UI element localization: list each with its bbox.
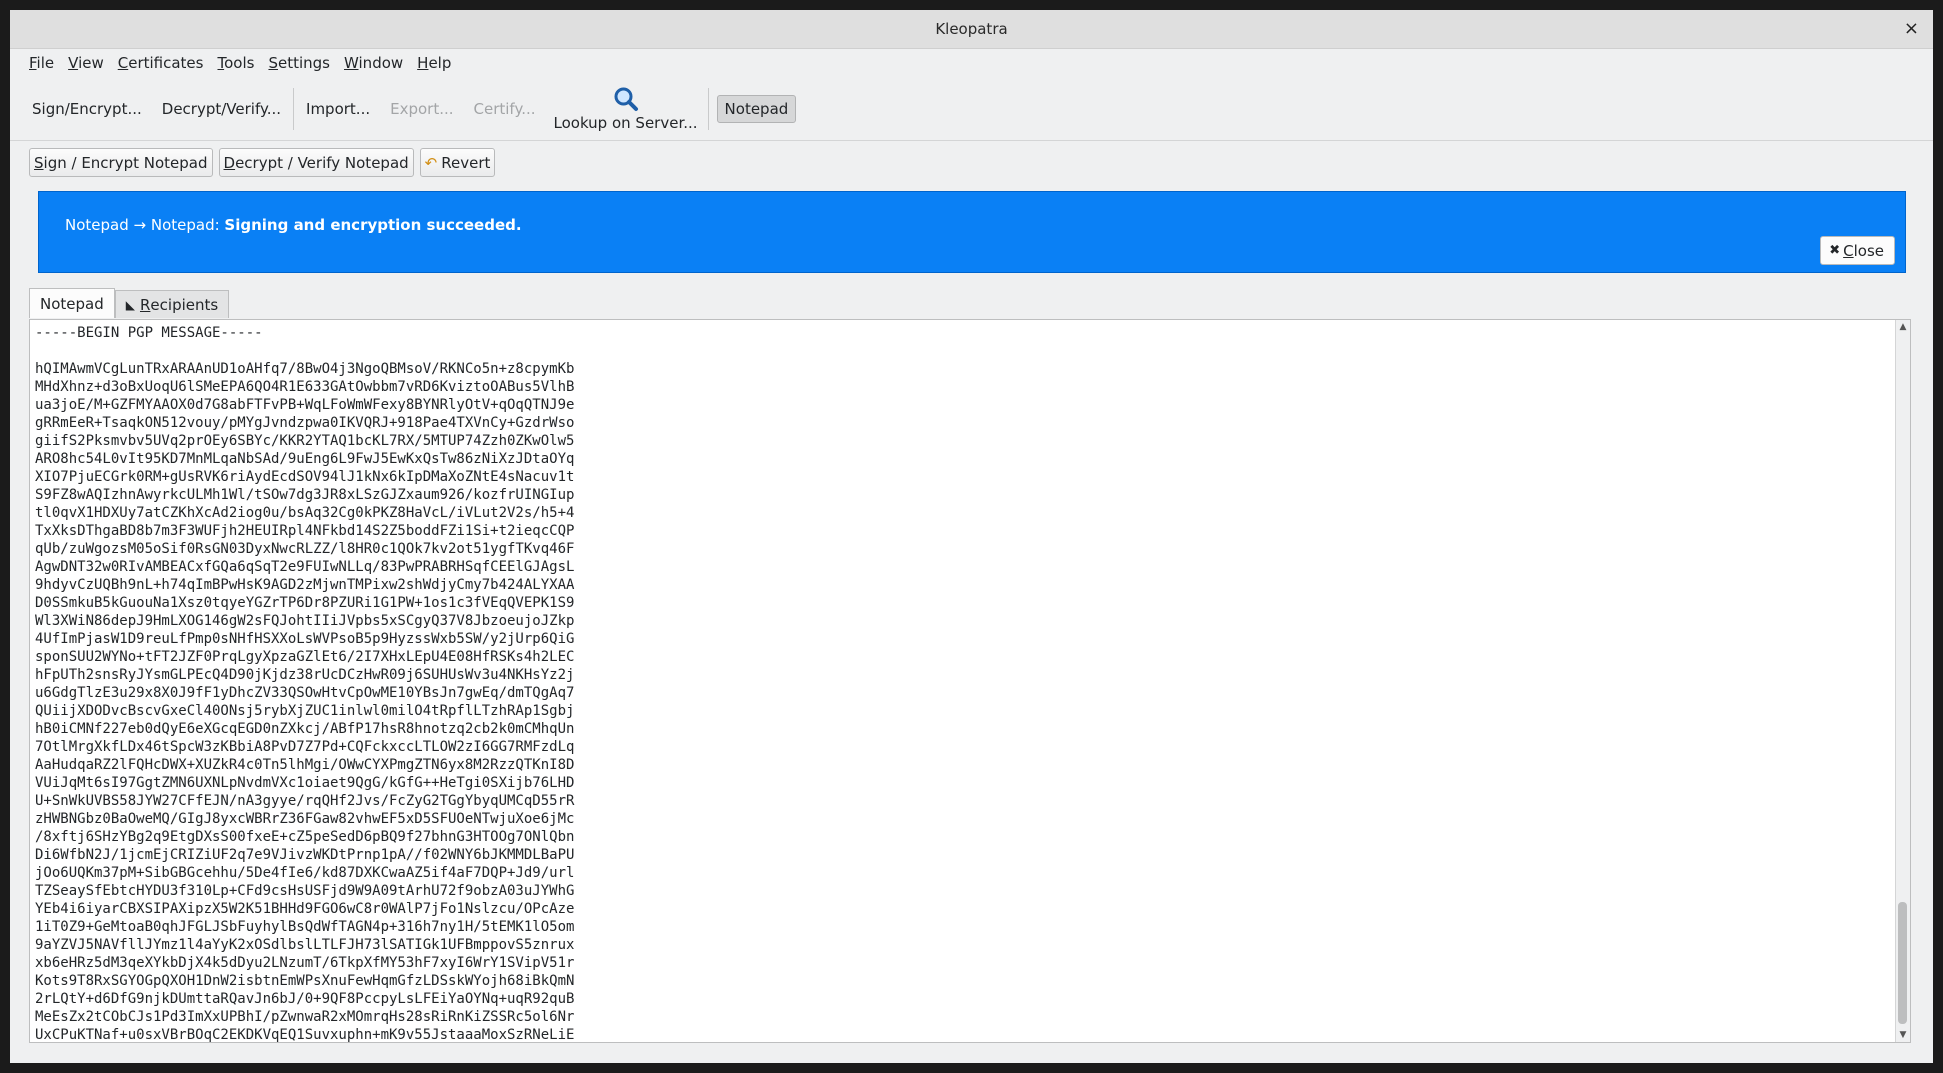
export-button[interactable]: Export...	[380, 89, 463, 129]
menu-file[interactable]: File	[22, 54, 61, 72]
toolbar-separator	[707, 88, 709, 130]
scrollbar-thumb[interactable]	[1898, 902, 1907, 1024]
status-banner: Notepad → Notepad: Signing and encryptio…	[38, 191, 1906, 273]
revert-icon: ↶	[424, 153, 438, 172]
menu-view[interactable]: View	[61, 54, 111, 72]
menu-help[interactable]: Help	[410, 54, 458, 72]
decrypt-verify-notepad-button[interactable]: Decrypt / Verify Notepad	[218, 148, 414, 177]
title-bar: Kleopatra ×	[10, 10, 1933, 49]
tab-recipients[interactable]: ◣ Recipients	[114, 290, 230, 318]
certify-button[interactable]: Certify...	[464, 89, 546, 129]
notepad-text[interactable]: -----BEGIN PGP MESSAGE----- hQIMAwmVCgLu…	[30, 320, 1910, 1042]
import-button[interactable]: Import...	[296, 89, 380, 129]
main-toolbar: Sign/Encrypt... Decrypt/Verify... Import…	[10, 78, 1933, 141]
search-icon	[614, 87, 638, 111]
sign-encrypt-notepad-button[interactable]: Sign / Encrypt Notepad	[29, 148, 213, 177]
close-icon: ✖	[1829, 243, 1841, 258]
lookup-label: Lookup on Server...	[553, 114, 698, 132]
lookup-on-server-button[interactable]: Lookup on Server...	[546, 81, 706, 137]
status-message: Notepad → Notepad: Signing and encryptio…	[65, 216, 522, 234]
notepad-toggle-wrap: Notepad	[711, 95, 797, 123]
menu-bar: File View Certificates Tools Settings Wi…	[10, 48, 1933, 78]
notepad-editor[interactable]: -----BEGIN PGP MESSAGE----- hQIMAwmVCgLu…	[29, 319, 1911, 1043]
editor-scrollbar[interactable]: ▲ ▼	[1895, 320, 1910, 1042]
kleopatra-window: Kleopatra × File View Certificates Tools…	[10, 10, 1933, 1063]
sign-encrypt-button[interactable]: Sign/Encrypt...	[22, 89, 152, 129]
revert-button[interactable]: ↶ Revert	[419, 148, 496, 177]
menu-tools[interactable]: Tools	[210, 54, 261, 72]
tab-notepad[interactable]: Notepad	[29, 288, 115, 318]
status-result: Signing and encryption succeeded.	[224, 216, 522, 234]
scroll-down-icon[interactable]: ▼	[1896, 1028, 1910, 1042]
notepad-actions: Sign / Encrypt Notepad Decrypt / Verify …	[29, 148, 496, 177]
window-close-icon[interactable]: ×	[1904, 18, 1919, 39]
menu-settings[interactable]: Settings	[261, 54, 337, 72]
toolbar-separator	[293, 88, 295, 130]
menu-window[interactable]: Window	[337, 54, 410, 72]
window-title: Kleopatra	[935, 20, 1008, 38]
banner-close-button[interactable]: ✖ Close	[1820, 236, 1895, 265]
notepad-button[interactable]: Notepad	[716, 95, 797, 123]
notepad-tabs: Notepad ◣ Recipients	[29, 288, 230, 318]
decrypt-verify-button[interactable]: Decrypt/Verify...	[152, 89, 291, 129]
recipients-icon: ◣	[125, 297, 135, 312]
menu-certificates[interactable]: Certificates	[111, 54, 211, 72]
scroll-up-icon[interactable]: ▲	[1896, 320, 1910, 334]
